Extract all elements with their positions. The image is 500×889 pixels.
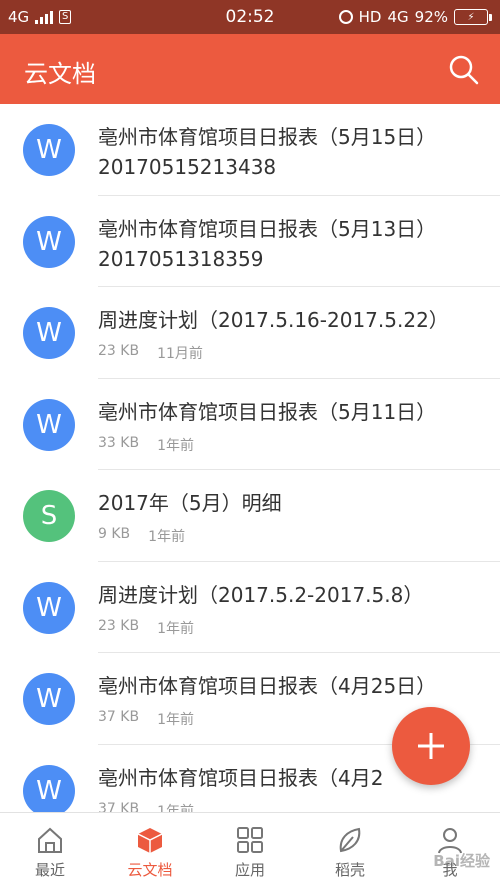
file-time: 1年前: [157, 712, 194, 728]
file-time: 1年前: [157, 803, 194, 813]
file-meta: 37 KB 1年前: [98, 801, 194, 813]
file-name: 亳州市体育馆项目日报表（5月11日）: [98, 399, 437, 424]
tab-1[interactable]: 云文档: [100, 813, 200, 889]
bottom-tab-bar: 最近 云文档 应用 稻壳我: [0, 812, 500, 889]
list-item[interactable]: W 亳州市体育馆项目日报表（5月13日） 2017051318359: [0, 196, 500, 287]
file-name: 亳州市体育馆项目日报表（5月13日）: [98, 216, 437, 241]
file-name: 周进度计划（2017.5.2-2017.5.8）: [98, 582, 424, 607]
file-name: 亳州市体育馆项目日报表（5月15日）: [98, 125, 437, 149]
alarm-icon: [338, 10, 353, 24]
status-right: HD 4G 92% ⚡: [338, 8, 492, 26]
battery-percent: 92%: [414, 8, 448, 26]
battery-icon: ⚡: [454, 9, 492, 25]
list-item[interactable]: W 周进度计划（2017.5.16-2017.5.22） 23 KB 11月前: [0, 287, 500, 379]
status-bar: 4G S 02:52 HD 4G 92% ⚡: [0, 0, 500, 34]
document-file-icon: W: [23, 581, 75, 634]
file-meta: 9 KB 1年前: [98, 526, 185, 546]
document-file-icon: W: [23, 764, 75, 812]
tab-label: 云文档: [127, 861, 173, 879]
tab-label: 稻壳: [334, 861, 365, 879]
file-meta: 23 KB 1年前: [98, 618, 194, 638]
cube-icon: [135, 825, 165, 855]
file-name-line2: 20170515213438: [98, 155, 277, 179]
network-label-right: 4G: [387, 8, 409, 26]
file-name: 亳州市体育馆项目日报表（4月25日）: [98, 674, 437, 698]
leaf-icon: [335, 825, 365, 855]
document-file-icon: W: [23, 398, 75, 451]
file-size: 37 KB: [98, 709, 140, 725]
tab-3[interactable]: 稻壳: [300, 813, 400, 889]
document-file-icon: W: [23, 215, 75, 268]
list-item[interactable]: W 周进度计划（2017.5.2-2017.5.8） 23 KB 1年前: [0, 562, 500, 653]
file-name-line2: 2017051318359: [98, 246, 264, 271]
app-bar: 云文档: [0, 34, 500, 104]
file-name: 周进度计划（2017.5.16-2017.5.22）: [98, 308, 449, 332]
file-time: 1年前: [157, 437, 194, 454]
tab-0[interactable]: 最近: [0, 813, 100, 889]
document-file-icon: W: [23, 124, 75, 176]
plus-icon: [418, 733, 444, 759]
file-time: 1年前: [157, 620, 194, 637]
document-file-icon: W: [23, 673, 75, 725]
file-meta: 33 KB 1年前: [98, 435, 194, 455]
document-file-icon: W: [23, 307, 75, 359]
list-item[interactable]: W 亳州市体育馆项目日报表（5月11日） 33 KB 1年前: [0, 379, 500, 470]
watermark: Bai经验: [433, 852, 490, 870]
list-item[interactable]: S 2017年（5月）明细 9 KB 1年前: [0, 470, 500, 562]
file-size: 23 KB: [98, 617, 140, 634]
hd-label: HD: [358, 8, 382, 26]
tab-2[interactable]: 应用: [200, 813, 300, 889]
tab-label: 最近: [34, 861, 65, 879]
file-list: W 亳州市体育馆项目日报表（5月15日） 20170515213438 W 亳州市体育馆…: [0, 104, 500, 812]
search-icon[interactable]: [448, 54, 480, 86]
home-icon: [35, 825, 65, 855]
file-size: 33 KB: [98, 434, 140, 451]
add-button[interactable]: [392, 707, 470, 785]
grid-icon: [235, 825, 265, 855]
page-title: 云文档: [24, 60, 96, 88]
file-size: 9 KB: [98, 526, 131, 542]
file-size: 23 KB: [98, 343, 140, 359]
file-name: 2017年（5月）明细: [98, 491, 282, 515]
tab-label: 应用: [234, 861, 265, 879]
spreadsheet-file-icon: S: [23, 490, 75, 542]
file-meta: 37 KB 1年前: [98, 709, 194, 729]
list-item[interactable]: W 亳州市体育馆项目日报表（5月15日） 20170515213438: [0, 104, 500, 196]
file-time: 1年前: [148, 529, 186, 545]
file-meta: 23 KB 11月前: [98, 343, 203, 363]
file-time: 11月前: [157, 346, 203, 362]
file-size: 37 KB: [98, 800, 140, 813]
